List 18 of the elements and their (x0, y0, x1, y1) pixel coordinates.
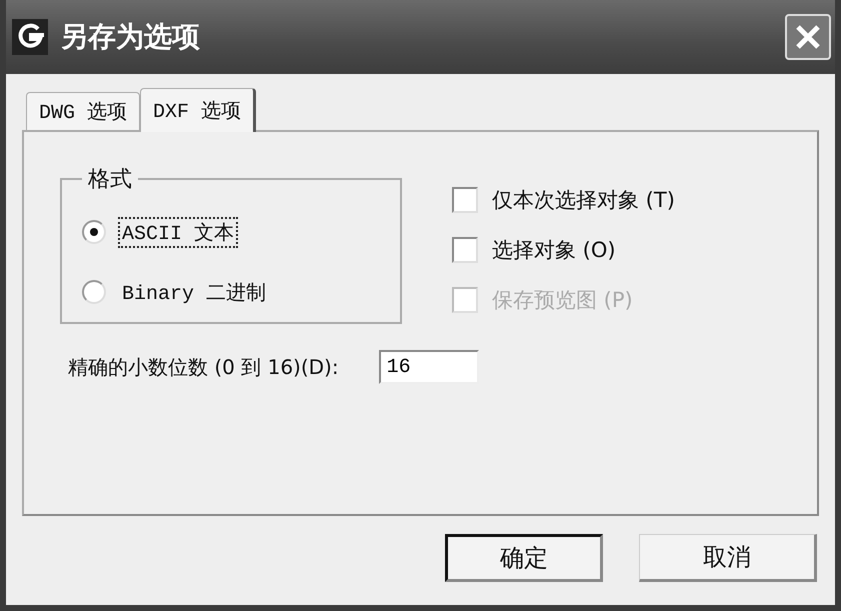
checkbox-label[interactable]: 选择对象 (O) (492, 236, 616, 264)
radio-button[interactable] (82, 220, 106, 244)
precision-label: 精确的小数位数 (0 到 16)(D): (68, 354, 339, 380)
app-logo-icon (12, 19, 48, 55)
cancel-button[interactable]: 取消 (639, 534, 817, 582)
precision-input-field[interactable]: 16 (378, 350, 479, 384)
group-title: 格式 (87, 166, 133, 194)
window-title: 另存为选项 (60, 19, 201, 55)
checkbox-label[interactable]: 仅本次选择对象 (T) (492, 186, 675, 214)
ok-button[interactable]: 确定 (445, 534, 603, 582)
tab[interactable]: DXF 选项 (140, 88, 256, 132)
radio-label[interactable]: ASCII 文本 (118, 216, 238, 248)
checkbox[interactable] (452, 237, 478, 263)
radio-label[interactable]: Binary 二进制 (118, 276, 270, 308)
tab[interactable]: DWG 选项 (26, 92, 140, 130)
close-button[interactable] (785, 14, 831, 60)
checkbox[interactable] (452, 187, 478, 213)
radio-button[interactable] (82, 280, 106, 304)
